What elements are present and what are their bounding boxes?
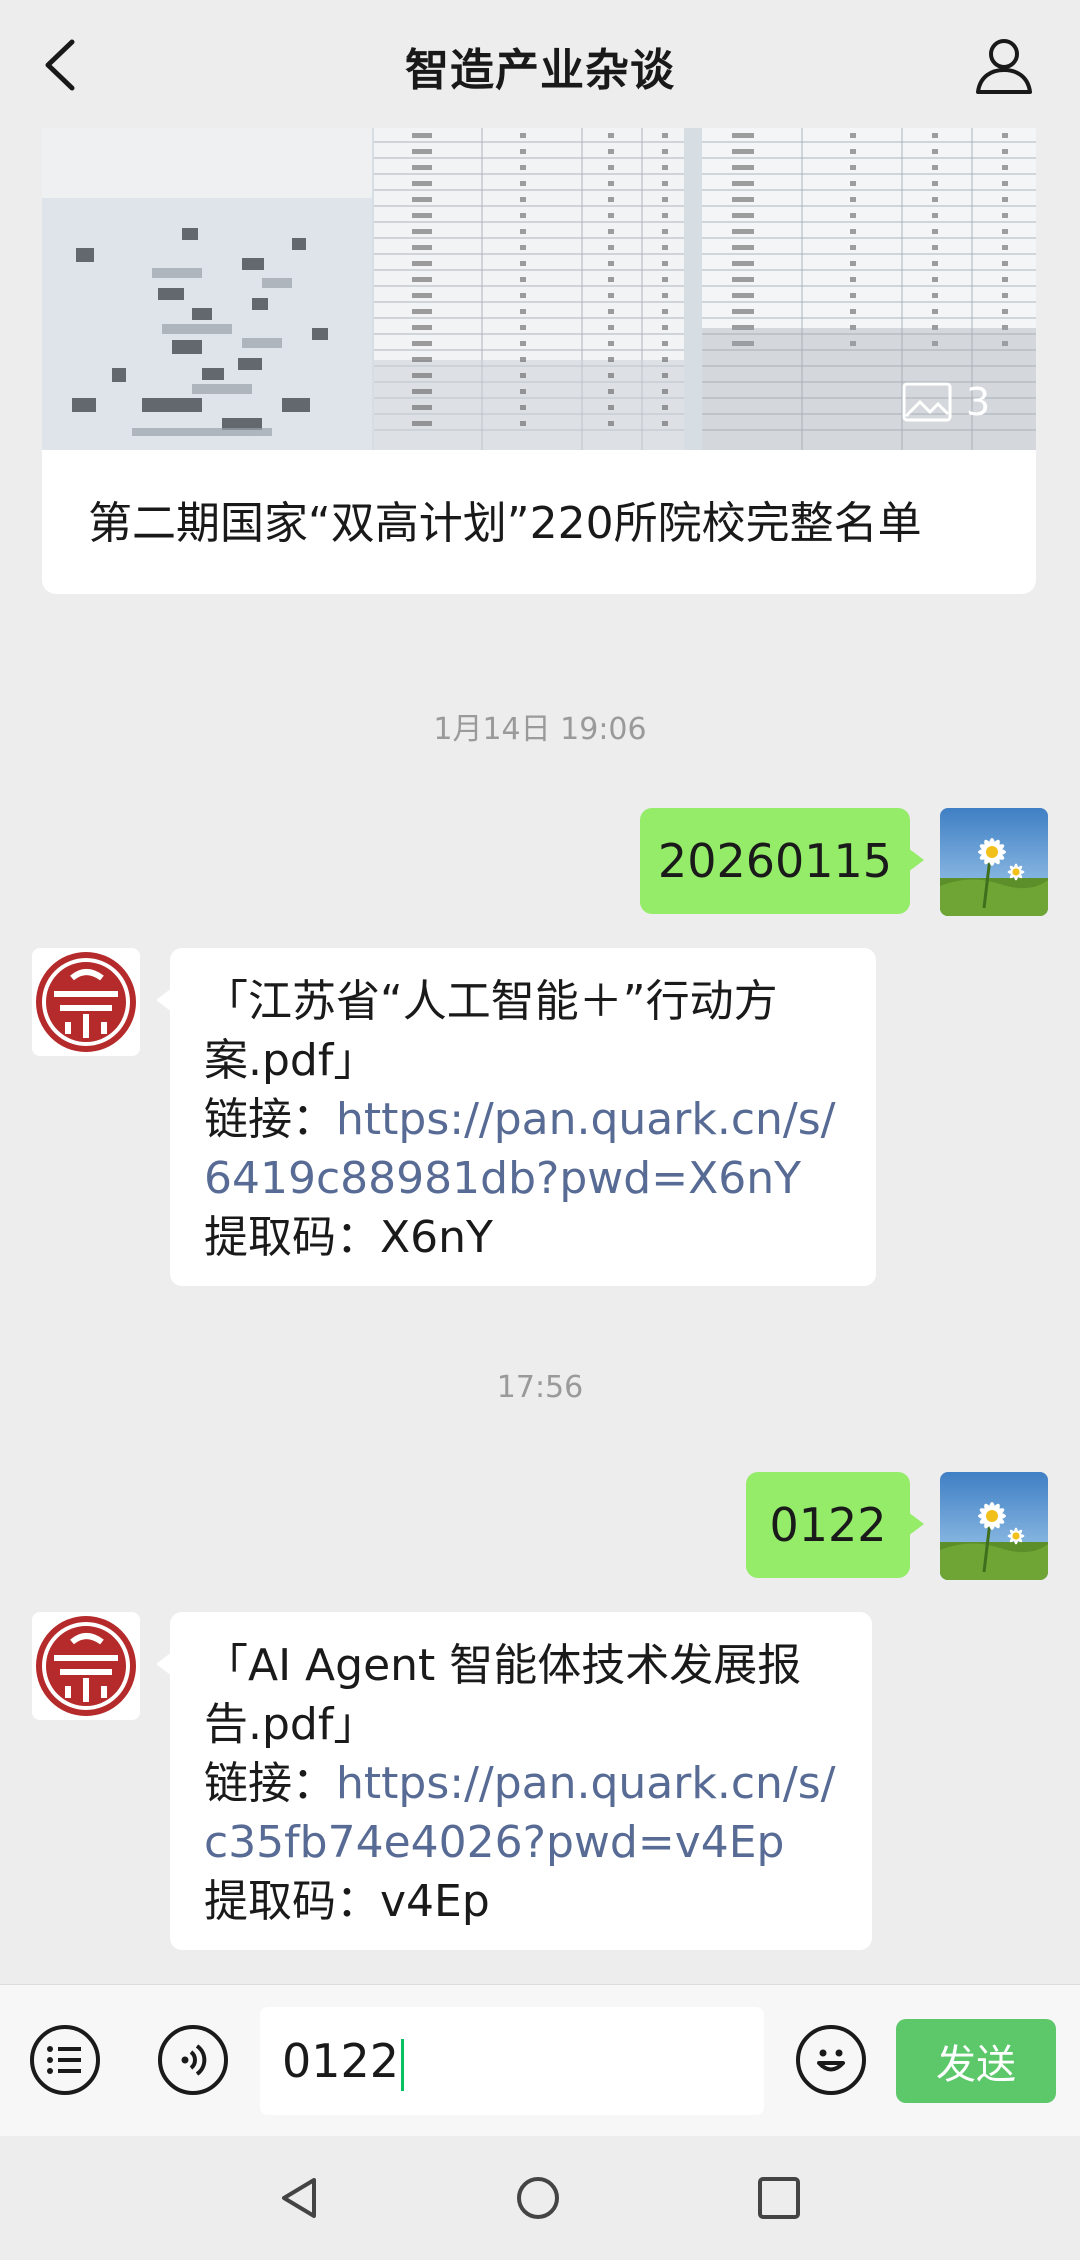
self-avatar[interactable]: [940, 808, 1048, 916]
message-input-text: 0122: [282, 2034, 400, 2088]
outgoing-message-bubble[interactable]: 0122: [746, 1472, 924, 1578]
image-icon: [902, 382, 952, 422]
official-account-avatar[interactable]: [32, 1612, 140, 1720]
profile-button[interactable]: [972, 34, 1036, 98]
red-seal-logo-icon: [36, 952, 136, 1052]
system-navigation-bar: [0, 2136, 1080, 2260]
input-bar: 0122 发送: [0, 1984, 1080, 2137]
voice-icon: [181, 2044, 207, 2076]
red-seal-logo-icon: [36, 1616, 136, 1716]
article-card[interactable]: 3 第二期国家“双高计划”220所院校完整名单: [42, 128, 1036, 594]
person-icon: [976, 39, 1032, 94]
chat-title: 智造产业杂谈: [405, 45, 675, 96]
article-title: 第二期国家“双高计划”220所院校完整名单: [88, 498, 922, 549]
file-title: 「AI Agent 智能体技术发展报告.pdf」: [204, 1640, 802, 1750]
image-count: 3: [966, 380, 991, 424]
official-account-avatar[interactable]: [32, 948, 140, 1056]
code-label: 提取码：: [204, 1212, 380, 1263]
list-menu-icon: [47, 2046, 81, 2074]
nav-back-icon[interactable]: [276, 2174, 322, 2222]
image-count-badge: 3: [902, 380, 990, 424]
send-button[interactable]: 发送: [896, 2019, 1056, 2103]
timestamp: 17:56: [496, 1370, 584, 1405]
emoji-button[interactable]: [796, 2025, 866, 2095]
daisy-avatar-image: [940, 808, 1048, 916]
extraction-code: v4Ep: [380, 1876, 490, 1927]
daisy-avatar-image: [940, 1472, 1048, 1580]
link-label: 链接：: [204, 1758, 336, 1809]
article-preview-image: 3: [42, 128, 1036, 450]
text-caret: [401, 2038, 405, 2091]
code-label: 提取码：: [204, 1876, 380, 1927]
extraction-code: X6nY: [380, 1212, 493, 1263]
timestamp: 1月14日 19:06: [433, 712, 647, 747]
chat-header: 智造产业杂谈: [0, 0, 1080, 128]
file-title: 「江苏省“人工智能＋”行动方案.pdf」: [204, 976, 778, 1086]
incoming-message-bubble[interactable]: 「AI Agent 智能体技术发展报告.pdf」 链接：https://pan.…: [156, 1612, 872, 1950]
message-input[interactable]: 0122: [260, 2007, 764, 2115]
nav-home-icon[interactable]: [514, 2174, 562, 2222]
emoji-icon: [817, 2049, 845, 2072]
self-avatar[interactable]: [940, 1472, 1048, 1580]
nav-recents-icon[interactable]: [756, 2174, 802, 2222]
menu-button[interactable]: [30, 2025, 100, 2095]
link-label: 链接：: [204, 1094, 336, 1145]
incoming-message-bubble[interactable]: 「江苏省“人工智能＋”行动方案.pdf」 链接：https://pan.quar…: [156, 948, 876, 1286]
voice-button[interactable]: [158, 2025, 228, 2095]
outgoing-message-bubble[interactable]: 20260115: [640, 808, 924, 914]
